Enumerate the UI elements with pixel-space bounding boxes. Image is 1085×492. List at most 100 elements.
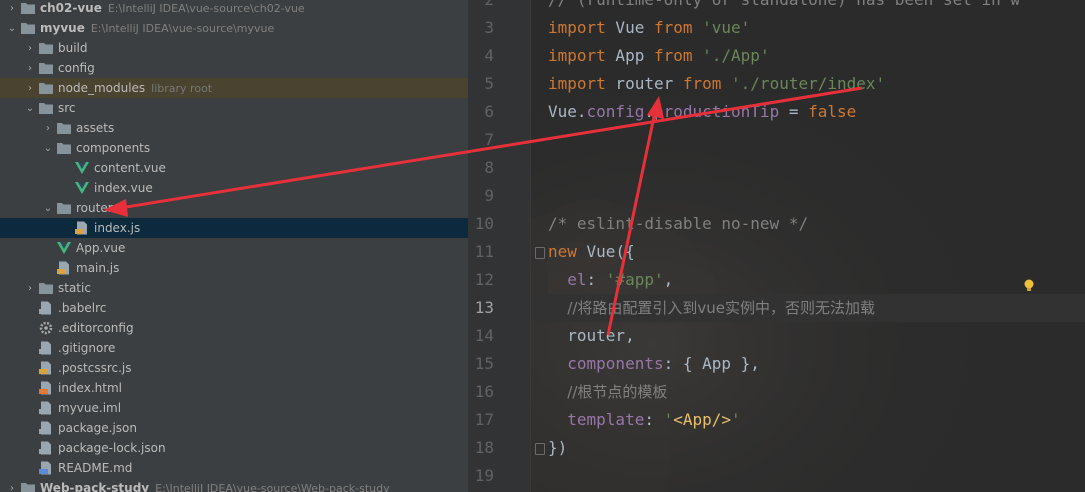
tree-item[interactable]: package-lock.json: [0, 438, 468, 458]
chevron-right-icon[interactable]: ›: [6, 3, 18, 14]
chevron-down-icon[interactable]: ⌄: [42, 143, 54, 154]
tree-item-label: src: [58, 101, 76, 115]
tree-item[interactable]: myvue.iml: [0, 398, 468, 418]
fold-marker-icon[interactable]: [535, 247, 545, 259]
chevron-down-icon[interactable]: ⌄: [24, 103, 36, 114]
fold-marker-icon[interactable]: [535, 443, 545, 455]
tree-item-label: assets: [76, 121, 115, 135]
code-editor[interactable]: 2 3 4 5 6 7 8 9 10 11 12 13 14 15 16 17 18 19 // (runtime…: [468, 0, 1085, 492]
chevron-down-icon[interactable]: ⌄: [42, 203, 54, 214]
folder-icon: [56, 201, 72, 215]
code-line[interactable]: }): [548, 434, 567, 462]
js-file-icon: [74, 221, 90, 235]
tree-item[interactable]: › config: [0, 58, 468, 78]
chevron-down-icon[interactable]: ⌄: [6, 23, 18, 34]
tree-item-path: E:\IntelliJ IDEA\vue-source\ch02-vue: [107, 1, 305, 15]
library-root-label: library root: [151, 81, 213, 95]
code-token: import: [548, 46, 606, 65]
code-token: ,: [663, 270, 674, 289]
code-line[interactable]: router,: [548, 322, 634, 350]
chevron-right-icon[interactable]: ›: [42, 123, 54, 134]
code-line[interactable]: //根节点的模板: [548, 378, 667, 406]
code-token: :: [644, 410, 664, 429]
tree-item[interactable]: index.html: [0, 378, 468, 398]
code-token: 'vue': [702, 18, 751, 37]
tree-item[interactable]: .postcssrc.js: [0, 358, 468, 378]
code-token: }): [548, 438, 568, 457]
folder-icon: [38, 41, 54, 55]
line-number: 6: [484, 102, 494, 121]
gitignore-file-icon: [38, 341, 54, 355]
chevron-right-icon[interactable]: ›: [24, 83, 36, 94]
code-token: App: [605, 46, 654, 65]
json-file-icon: [38, 421, 54, 435]
tree-item-label: .gitignore: [58, 341, 116, 355]
code-token: // (runtime-only or standalone) has been…: [548, 0, 1020, 9]
code-token: productionTip: [653, 102, 780, 121]
code-line[interactable]: el: '#app',: [548, 266, 673, 294]
code-token: new: [548, 242, 577, 261]
chevron-right-icon[interactable]: ›: [24, 283, 36, 294]
chevron-right-icon[interactable]: ›: [6, 483, 18, 492]
code-line[interactable]: components: { App },: [548, 350, 760, 378]
tree-item-label: main.js: [76, 261, 120, 275]
tree-item-label: ch02-vue: [40, 1, 102, 15]
code-line[interactable]: import Vue from 'vue': [548, 14, 750, 42]
code-token: =: [779, 102, 809, 121]
code-token: Vue({: [576, 242, 635, 261]
js-file-icon: [56, 261, 72, 275]
tree-item-label: node_modules: [58, 81, 146, 95]
code-token: import: [548, 74, 606, 93]
code-line[interactable]: template: '<App/>': [548, 406, 740, 434]
tree-item-label: myvue: [40, 21, 85, 35]
tree-item-label: README.md: [58, 461, 133, 475]
tree-item-label: index.js: [94, 221, 141, 235]
tree-item[interactable]: package.json: [0, 418, 468, 438]
tree-item-label: router: [76, 201, 113, 215]
code-line[interactable]: new Vue({: [548, 238, 635, 266]
js-file-icon: [38, 361, 54, 375]
chevron-right-icon[interactable]: ›: [24, 63, 36, 74]
code-token: el: [567, 270, 587, 289]
tree-item[interactable]: index.vue: [0, 178, 468, 198]
tree-item[interactable]: › ch02-vue E:\IntelliJ IDEA\vue-source\ch0…: [0, 0, 468, 18]
tree-item[interactable]: ⌄ router: [0, 198, 468, 218]
line-number: 12: [474, 270, 494, 289]
code-line[interactable]: /* eslint-disable no-new */: [548, 210, 808, 238]
tree-item[interactable]: ⌄ myvue E:\IntelliJ IDEA\vue-source\myvue: [0, 18, 468, 38]
tree-item-label: index.vue: [94, 181, 153, 195]
code-line[interactable]: // (runtime-only or standalone) has been…: [548, 0, 1020, 14]
lightbulb-icon[interactable]: [1022, 278, 1036, 294]
tree-item-label: components: [76, 141, 151, 155]
code-line[interactable]: //将路由配置引入到vue实例中，否则无法加载: [548, 294, 875, 322]
tree-item[interactable]: › build: [0, 38, 468, 58]
code-line[interactable]: import router from './router/index': [548, 70, 885, 98]
tree-item[interactable]: .babelrc: [0, 298, 468, 318]
code-token: :: [586, 270, 606, 289]
tree-item[interactable]: content.vue: [0, 158, 468, 178]
tree-item[interactable]: ⌄ components: [0, 138, 468, 158]
line-number-gutter: 2 3 4 5 6 7 8 9 10 11 12 13 14 15 16 17 18 19: [468, 0, 545, 492]
code-token: .: [644, 102, 654, 121]
folder-icon: [38, 101, 54, 115]
folder-icon: [20, 21, 36, 35]
tree-item[interactable]: › node_modules library root: [0, 78, 468, 98]
tree-item[interactable]: › assets: [0, 118, 468, 138]
code-line[interactable]: Vue.config.productionTip = false: [548, 98, 856, 126]
chevron-right-icon[interactable]: ›: [24, 43, 36, 54]
tree-item-path: E:\IntelliJ IDEA\vue-source\Web-pack-stu…: [155, 481, 390, 492]
tree-item[interactable]: .editorconfig: [0, 318, 468, 338]
tree-item[interactable]: main.js: [0, 258, 468, 278]
code-line[interactable]: import App from './App': [548, 42, 770, 70]
tree-item[interactable]: README.md: [0, 458, 468, 478]
tree-item[interactable]: › static: [0, 278, 468, 298]
tree-item[interactable]: .gitignore: [0, 338, 468, 358]
tree-item[interactable]: index.js: [0, 218, 468, 238]
tree-item[interactable]: App.vue: [0, 238, 468, 258]
tree-item[interactable]: › Web-pack-study E:\IntelliJ IDEA\vue-sour…: [0, 478, 468, 492]
tree-item[interactable]: ⌄ src: [0, 98, 468, 118]
